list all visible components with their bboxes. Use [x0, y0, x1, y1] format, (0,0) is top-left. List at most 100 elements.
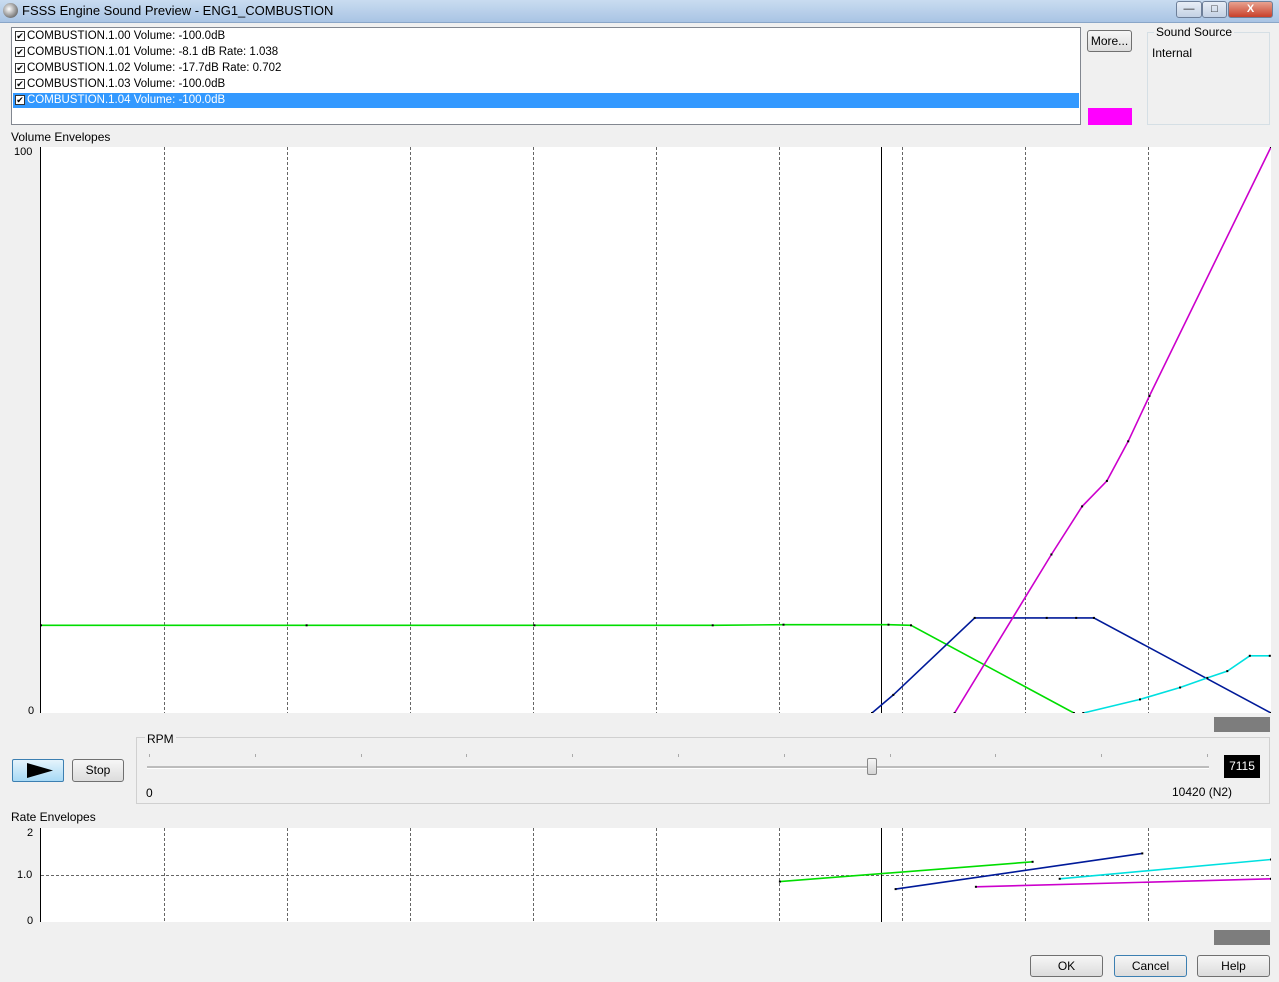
- checkbox[interactable]: ✔: [15, 95, 25, 105]
- envelope-point: [1075, 616, 1078, 619]
- rpm-slider-thumb[interactable]: [867, 758, 878, 775]
- rpm-tick: [1101, 754, 1103, 757]
- envelope-point: [1270, 877, 1271, 880]
- play-icon: [27, 763, 53, 778]
- minimize-button[interactable]: —: [1176, 1, 1202, 18]
- envelope-point: [910, 624, 912, 627]
- envelope-point: [1248, 654, 1251, 657]
- list-item-label: COMBUSTION.1.00 Volume: -100.0dB: [27, 30, 226, 42]
- close-button[interactable]: X: [1228, 1, 1273, 18]
- checkbox[interactable]: ✔: [15, 63, 25, 73]
- envelope-point: [974, 885, 977, 888]
- help-button[interactable]: Help: [1197, 955, 1270, 977]
- rpm-tick: [995, 754, 997, 757]
- envelope-point: [305, 624, 308, 627]
- volume-y-min: 0: [28, 705, 35, 717]
- envelope-point: [1226, 670, 1229, 673]
- envelope-point: [1270, 147, 1271, 148]
- rate-envelopes-label: Rate Envelopes: [11, 810, 96, 824]
- envelope-point: [1268, 654, 1271, 657]
- envelope-line: [1059, 858, 1271, 880]
- envelope-point: [1058, 877, 1061, 880]
- app-icon: [3, 3, 18, 18]
- envelope-point: [1045, 616, 1048, 619]
- stop-button[interactable]: Stop: [72, 759, 124, 782]
- checkbox[interactable]: ✔: [15, 79, 25, 89]
- rpm-tick: [149, 754, 150, 757]
- envelope-point: [1270, 712, 1271, 713]
- rpm-slider-track[interactable]: [147, 766, 1209, 769]
- envelope-point: [894, 888, 897, 891]
- envelope-point: [1179, 686, 1182, 689]
- volume-envelopes-label: Volume Envelopes: [11, 130, 111, 144]
- envelope-point: [778, 880, 781, 883]
- envelope-point: [1206, 676, 1209, 679]
- envelope-point: [1139, 698, 1141, 701]
- envelope-point: [1105, 479, 1108, 482]
- rpm-tick: [466, 754, 468, 757]
- envelope-point: [1050, 553, 1053, 556]
- list-item-label: COMBUSTION.1.01 Volume: -8.1 dB Rate: 1.…: [27, 46, 279, 58]
- list-item-label: COMBUSTION.1.04 Volume: -100.0dB: [27, 94, 226, 106]
- rate-envelope-graph[interactable]: [40, 828, 1271, 922]
- sound-source-value: Internal: [1152, 46, 1193, 60]
- envelope-point: [1072, 712, 1075, 713]
- volume-envelope-graph[interactable]: [40, 147, 1271, 713]
- rate-y-tick: 2: [27, 827, 34, 839]
- more-button[interactable]: More...: [1087, 30, 1132, 52]
- envelope-point: [533, 624, 536, 627]
- rpm-tick: [254, 754, 256, 757]
- envelope-point: [892, 693, 895, 696]
- list-item[interactable]: ✔ COMBUSTION.1.01 Volume: -8.1 dB Rate: …: [13, 45, 1079, 60]
- rpm-tick: [678, 754, 679, 757]
- envelope-point: [1082, 712, 1085, 713]
- rpm-tick: [783, 754, 785, 757]
- rpm-tick: [1207, 754, 1208, 757]
- rpm-tick: [572, 754, 574, 757]
- envelope-line: [871, 617, 1271, 713]
- rate-y-tick: 0: [27, 915, 34, 927]
- envelope-line: [41, 623, 1075, 713]
- envelope-point: [1031, 860, 1034, 863]
- rpm-min-label: 0: [146, 786, 153, 800]
- rpm-label: RPM: [145, 732, 176, 746]
- list-item[interactable]: ✔ COMBUSTION.1.03 Volume: -100.0dB: [13, 77, 1079, 92]
- list-item-selected[interactable]: ✔ COMBUSTION.1.04 Volume: -100.0dB: [13, 93, 1079, 108]
- envelope-point: [953, 712, 956, 713]
- envelope-point: [1148, 395, 1151, 397]
- rpm-max-label: 10420 (N2): [1172, 785, 1233, 799]
- sound-list[interactable]: ✔ COMBUSTION.1.00 Volume: -100.0dB ✔ COM…: [11, 27, 1081, 125]
- envelope-point: [1127, 440, 1130, 443]
- ok-button[interactable]: OK: [1030, 955, 1103, 977]
- window-title: FSSS Engine Sound Preview - ENG1_COMBUST…: [22, 3, 334, 18]
- envelope-point: [782, 623, 785, 626]
- color-swatch[interactable]: [1088, 108, 1132, 125]
- list-item-label: COMBUSTION.1.03 Volume: -100.0dB: [27, 78, 226, 90]
- checkbox[interactable]: ✔: [15, 31, 25, 41]
- list-item[interactable]: ✔ COMBUSTION.1.02 Volume: -17.7dB Rate: …: [13, 61, 1079, 76]
- envelope-point: [41, 624, 42, 627]
- rate-scroll-thumb[interactable]: [1214, 930, 1270, 945]
- envelope-point: [871, 712, 873, 713]
- volume-y-max: 100: [14, 146, 33, 158]
- list-item[interactable]: ✔ COMBUSTION.1.00 Volume: -100.0dB: [13, 29, 1079, 44]
- checkbox[interactable]: ✔: [15, 47, 25, 57]
- envelope-line: [1083, 654, 1270, 713]
- rate-y-tick: 1.0: [17, 869, 33, 881]
- envelope-point: [1092, 616, 1095, 619]
- envelope-point: [1081, 505, 1084, 508]
- play-button[interactable]: [12, 759, 64, 782]
- envelope-point: [1141, 852, 1144, 855]
- maximize-button[interactable]: □: [1202, 1, 1227, 18]
- envelope-point: [1270, 858, 1271, 861]
- list-item-label: COMBUSTION.1.02 Volume: -17.7dB Rate: 0.…: [27, 62, 282, 74]
- sound-source-label: Sound Source: [1154, 25, 1235, 39]
- volume-scroll-thumb[interactable]: [1214, 717, 1270, 732]
- cancel-button[interactable]: Cancel: [1114, 955, 1187, 977]
- envelope-point: [887, 623, 890, 626]
- rpm-value: 7115: [1224, 755, 1260, 778]
- rpm-tick: [889, 754, 891, 757]
- rpm-panel: RPM 0 10420 (N2) 7115: [136, 732, 1270, 804]
- rpm-tick: [360, 754, 362, 757]
- title-bar: FSSS Engine Sound Preview - ENG1_COMBUST…: [0, 0, 1279, 23]
